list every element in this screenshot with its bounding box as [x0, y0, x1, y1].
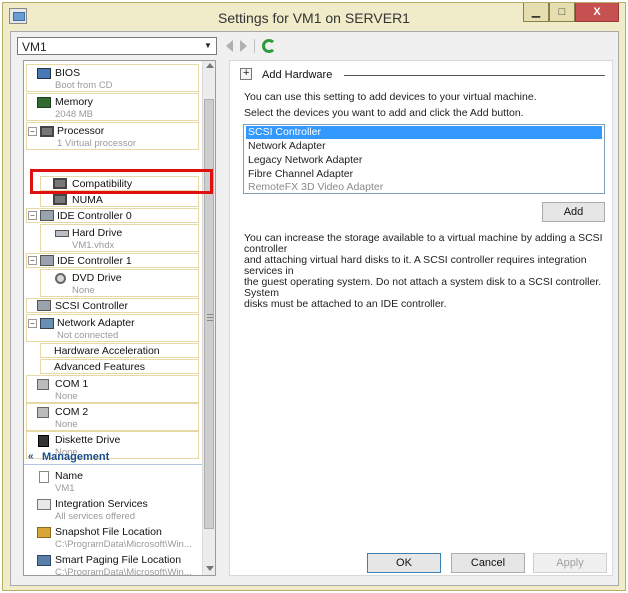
collapse-icon[interactable]: − [28, 127, 37, 136]
tree-item-ide-controller-1[interactable]: − IDE Controller 1 [26, 253, 199, 268]
device-option-fibre-channel-adapter[interactable]: Fibre Channel Adapter [246, 168, 602, 181]
close-button[interactable]: X [575, 3, 619, 22]
collapse-icon[interactable]: − [28, 211, 37, 220]
tree-item-bios[interactable]: BIOS Boot from CD [26, 64, 199, 92]
snapshot-folder-icon [37, 527, 51, 538]
tree-item-smart-paging-file-location[interactable]: Smart Paging File Location C:\ProgramDat… [26, 551, 199, 575]
chevron-down-icon[interactable]: ▼ [200, 38, 216, 54]
settings-window: Settings for VM1 on SERVER1 ▁ □ X VM1 ▼ … [2, 2, 626, 591]
smart-paging-icon [37, 555, 51, 566]
collapse-icon[interactable]: − [28, 319, 37, 328]
tree-item-numa[interactable]: NUMA [40, 192, 199, 207]
navigation-buttons [226, 37, 276, 55]
caption-buttons: ▁ □ X [523, 3, 619, 23]
cancel-button[interactable]: Cancel [451, 553, 525, 573]
com-port-icon [37, 379, 49, 390]
details-pane: Add Hardware You can use this setting to… [229, 60, 613, 576]
tree-item-memory[interactable]: Memory 2048 MB [26, 93, 199, 121]
minimize-button[interactable]: ▁ [523, 3, 549, 22]
device-option-network-adapter[interactable]: Network Adapter [246, 140, 602, 153]
tree-item-com-2[interactable]: COM 2 None [26, 403, 199, 431]
device-option-legacy-network-adapter[interactable]: Legacy Network Adapter [246, 154, 602, 167]
scsi-controller-icon [37, 300, 51, 311]
management-section-header[interactable]: « Management [24, 450, 202, 464]
header-rule [344, 75, 605, 76]
hardware-tree: BIOS Boot from CD Memory 2048 MB − Proce… [23, 60, 216, 576]
ide-controller-icon [40, 210, 54, 221]
add-hardware-icon [240, 67, 252, 80]
tree-item-network-adapter[interactable]: − Network Adapter Not connected [26, 314, 199, 342]
hard-drive-icon [55, 230, 69, 237]
ide-controller-icon [40, 255, 54, 266]
tree-item-advanced-features[interactable]: Advanced Features [40, 359, 199, 374]
diskette-icon [38, 435, 49, 447]
grip-icon [207, 314, 213, 321]
tree-item-ide-controller-0[interactable]: − IDE Controller 0 [26, 208, 199, 223]
tree-item-com-1[interactable]: COM 1 None [26, 375, 199, 403]
ok-button[interactable]: OK [367, 553, 441, 573]
collapse-icon[interactable]: − [28, 256, 37, 265]
tree-item-name[interactable]: Name VM1 [26, 467, 199, 495]
vm-selector-value: VM1 [22, 40, 47, 54]
scroll-down-icon[interactable] [206, 566, 214, 571]
memory-icon [37, 97, 51, 108]
intro-text: You can use this setting to add devices … [244, 91, 537, 103]
tree-item-hardware-acceleration[interactable]: Hardware Acceleration [40, 343, 199, 358]
dvd-drive-icon [55, 273, 66, 284]
management-divider [24, 464, 202, 465]
toolbar-separator [254, 39, 255, 53]
refresh-icon[interactable] [262, 39, 276, 53]
bios-chip-icon [37, 68, 51, 79]
tree-item-hard-drive[interactable]: Hard Drive VM1.vhdx [40, 224, 199, 252]
device-option-remotefx-3d-video-adapter: RemoteFX 3D Video Adapter [248, 181, 384, 193]
processor-icon [40, 126, 54, 137]
com-port-icon [37, 407, 49, 418]
tree-scrollbar[interactable] [202, 61, 215, 575]
device-list[interactable]: SCSI Controller Network Adapter Legacy N… [243, 124, 605, 194]
instruction-text: Select the devices you want to add and c… [244, 107, 524, 119]
title-bar: Settings for VM1 on SERVER1 ▁ □ X [3, 3, 625, 31]
tree-item-scsi-controller[interactable]: SCSI Controller [26, 298, 199, 313]
vm-selector[interactable]: VM1 ▼ [17, 37, 217, 55]
scroll-up-icon[interactable] [206, 63, 214, 68]
device-option-scsi-controller[interactable]: SCSI Controller [246, 126, 602, 139]
tree-item-snapshot-file-location[interactable]: Snapshot File Location C:\ProgramData\Mi… [26, 523, 199, 551]
scrollbar-thumb[interactable] [204, 99, 214, 529]
collapse-chevron-icon[interactable]: « [28, 451, 34, 462]
tree-item-dvd-drive[interactable]: DVD Drive None [40, 269, 199, 297]
maximize-button[interactable]: □ [549, 3, 575, 22]
network-adapter-icon [40, 318, 54, 329]
integration-services-icon [37, 499, 51, 510]
back-arrow-icon[interactable] [226, 40, 233, 52]
processor-icon [53, 194, 67, 205]
scsi-description: You can increase the storage available t… [244, 232, 603, 310]
add-hardware-header: Add Hardware [240, 67, 605, 82]
tree-item-integration-services[interactable]: Integration Services All services offere… [26, 495, 199, 523]
name-icon [39, 471, 49, 483]
compatibility-highlight-box [30, 169, 213, 194]
add-button[interactable]: Add [542, 202, 605, 222]
apply-button[interactable]: Apply [533, 553, 607, 573]
client-area: VM1 ▼ BIOS Boot from CD Memory 2048 MB − [10, 31, 619, 586]
forward-arrow-icon[interactable] [240, 40, 247, 52]
tree-item-processor[interactable]: − Processor 1 Virtual processor [26, 122, 199, 150]
